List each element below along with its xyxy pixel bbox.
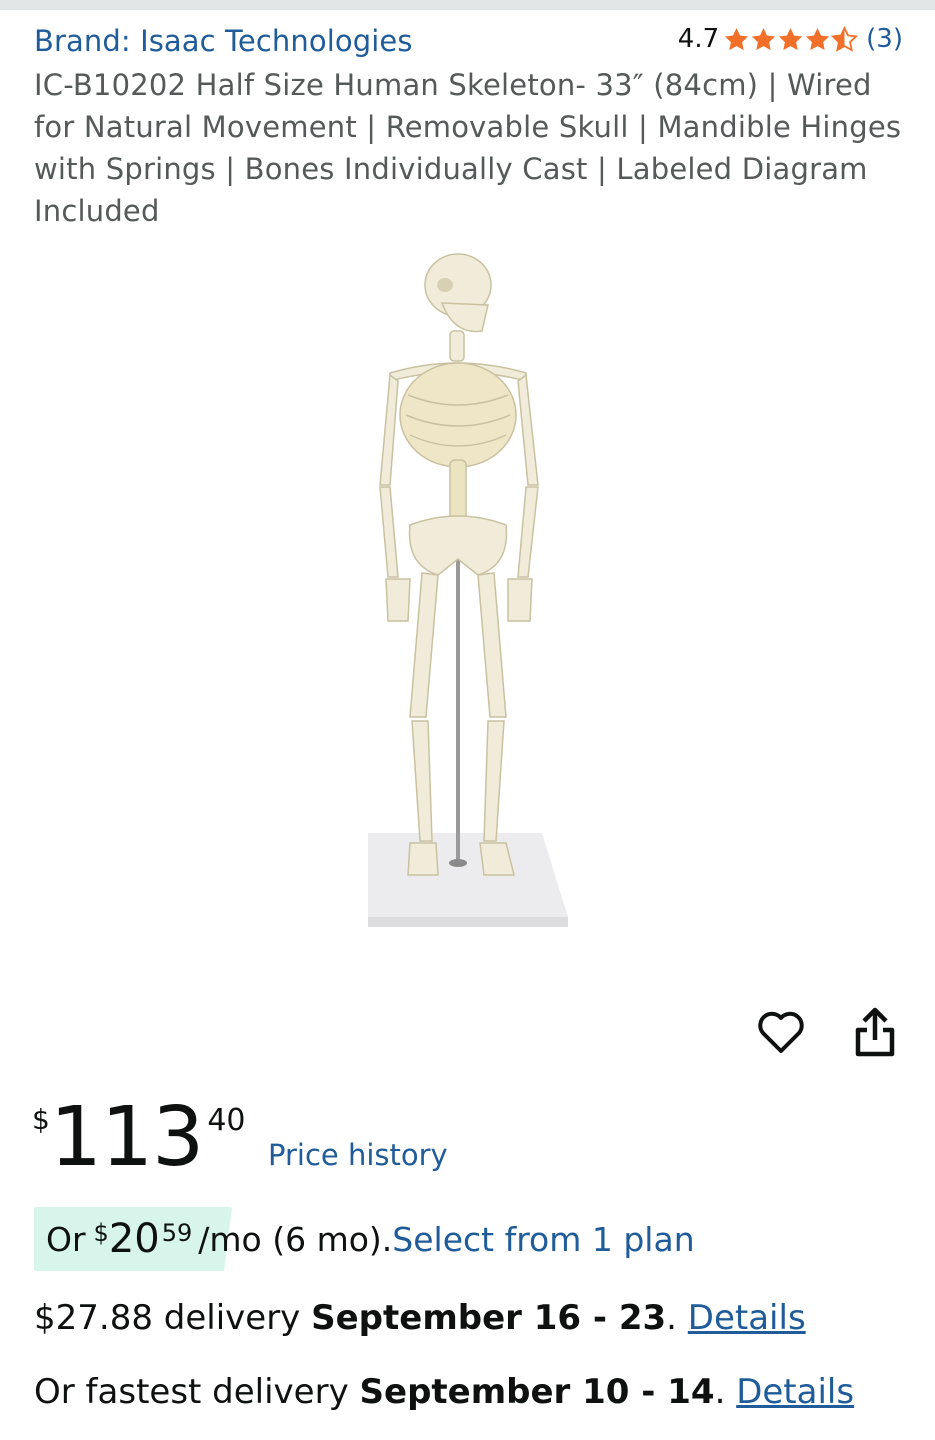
rating-value: 4.7 [677, 24, 720, 54]
rating-count-link[interactable]: (3) [866, 24, 903, 54]
product-title: IC-B10202 Half Size Human Skeleton- 33″ … [34, 68, 902, 228]
stand-base-edge [368, 917, 568, 927]
star-half-icon [831, 25, 859, 52]
right-tibia [483, 720, 505, 842]
price-whole: 113 [49, 1090, 205, 1185]
top-divider [0, 0, 935, 10]
stand-pole [456, 545, 460, 863]
ribcage [399, 362, 517, 468]
star-full-icon [806, 27, 830, 50]
standard-delivery-dot: . [666, 1298, 677, 1338]
left-femur [409, 572, 439, 718]
fastest-delivery-prefix: Or fastest delivery [34, 1372, 349, 1412]
installment-currency: $ [93, 1219, 109, 1247]
star-full-icon [752, 27, 776, 50]
left-foot [407, 842, 439, 876]
installment-whole: 20 [108, 1216, 160, 1262]
right-upper-arm [517, 373, 539, 486]
left-forearm [379, 486, 399, 578]
price-fraction: 40 [207, 1103, 246, 1138]
installment-period: /mo (6 mo). [198, 1219, 393, 1259]
share-icon[interactable] [850, 1006, 900, 1060]
installment-fraction: 59 [161, 1219, 193, 1247]
stand-base [368, 833, 568, 917]
standard-delivery-details-link[interactable]: Details [688, 1298, 806, 1338]
fastest-delivery-dates: September 10 - 14 [359, 1372, 715, 1412]
heart-outline-icon[interactable] [756, 1006, 806, 1060]
installment-offer: Or $ 20 59 /mo (6 mo). Select from 1 pla… [34, 1207, 695, 1271]
fastest-delivery-dot: . [714, 1372, 726, 1412]
left-hand [385, 578, 411, 622]
left-upper-arm [379, 373, 399, 486]
standard-delivery: $27.88 delivery September 16 - 23. Detai… [34, 1298, 806, 1338]
pole-foot [449, 859, 467, 867]
fastest-delivery: Or fastest delivery September 10 - 14. D… [34, 1372, 854, 1412]
standard-delivery-dates: September 16 - 23 [311, 1298, 667, 1338]
eye-socket [437, 278, 453, 292]
price-display: $ 113 40 [32, 1093, 246, 1183]
standard-delivery-prefix: $27.88 delivery [34, 1298, 301, 1338]
rating-summary[interactable]: 4.7 (3) [678, 24, 903, 54]
right-femur [477, 572, 507, 718]
right-forearm [517, 486, 539, 578]
star-full-icon [779, 27, 803, 50]
product-image-skeleton[interactable] [350, 245, 590, 935]
rating-stars [723, 25, 859, 53]
left-tibia [411, 720, 433, 842]
price-history-link[interactable]: Price history [268, 1138, 448, 1172]
installment-prefix: Or [46, 1219, 86, 1259]
price-currency: $ [32, 1103, 50, 1136]
select-plan-link[interactable]: Select from 1 plan [392, 1220, 694, 1259]
right-hand [507, 578, 533, 622]
fastest-delivery-details-link[interactable]: Details [736, 1372, 854, 1412]
brand-link[interactable]: Brand: Isaac Technologies [34, 24, 413, 58]
neck [449, 330, 465, 362]
star-full-icon [725, 27, 749, 50]
jaw [440, 302, 489, 333]
